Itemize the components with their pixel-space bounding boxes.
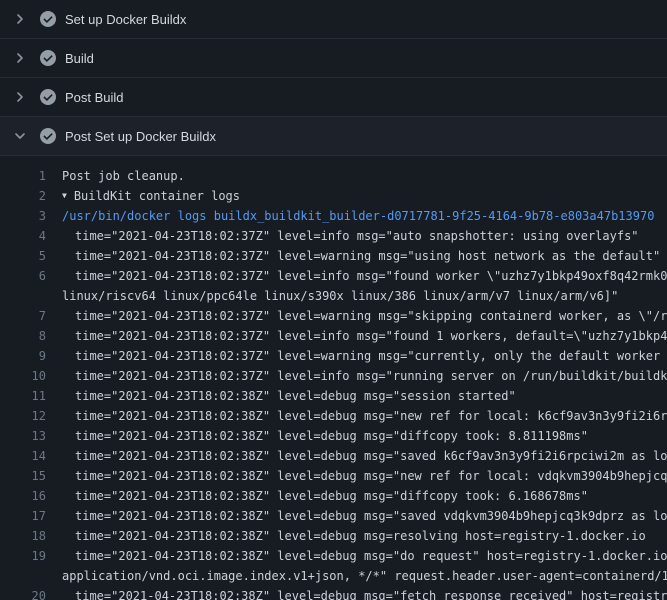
log-line-number[interactable]: 4 bbox=[0, 226, 46, 246]
log-group-label: BuildKit container logs bbox=[74, 189, 240, 203]
chevron-icon[interactable] bbox=[12, 89, 28, 105]
step-label: Set up Docker Buildx bbox=[65, 12, 186, 27]
log-line: 2 ▼ BuildKit container logs bbox=[0, 186, 667, 206]
log-line-text: time="2021-04-23T18:02:38Z" level=debug … bbox=[62, 386, 667, 406]
log-line-text: /usr/bin/docker logs buildx_buildkit_bui… bbox=[62, 206, 667, 226]
log-line-text: time="2021-04-23T18:02:37Z" level=info m… bbox=[62, 266, 667, 286]
log-line-number[interactable] bbox=[0, 286, 46, 306]
log-line: 3 /usr/bin/docker logs buildx_buildkit_b… bbox=[0, 206, 667, 226]
log-line: 9 time="2021-04-23T18:02:37Z" level=warn… bbox=[0, 346, 667, 366]
log-line: 19 time="2021-04-23T18:02:38Z" level=deb… bbox=[0, 546, 667, 566]
log-line: 6 time="2021-04-23T18:02:37Z" level=info… bbox=[0, 266, 667, 286]
log-line-text: time="2021-04-23T18:02:37Z" level=info m… bbox=[62, 226, 667, 246]
log-line-text: time="2021-04-23T18:02:38Z" level=debug … bbox=[62, 546, 667, 566]
step-header[interactable]: Set up Docker Buildx bbox=[0, 0, 667, 39]
log-line-text: time="2021-04-23T18:02:38Z" level=debug … bbox=[62, 486, 667, 506]
log-line: 1 Post job cleanup. bbox=[0, 166, 667, 186]
log-line: 8 time="2021-04-23T18:02:37Z" level=info… bbox=[0, 326, 667, 346]
check-circle-icon bbox=[40, 89, 56, 105]
log-line-number[interactable]: 17 bbox=[0, 506, 46, 526]
log-line-number[interactable]: 13 bbox=[0, 426, 46, 446]
log-line: 11 time="2021-04-23T18:02:38Z" level=deb… bbox=[0, 386, 667, 406]
log-line: 12 time="2021-04-23T18:02:38Z" level=deb… bbox=[0, 406, 667, 426]
log-line-text: application/vnd.oci.image.index.v1+json,… bbox=[62, 566, 667, 586]
step-header[interactable]: Post Build bbox=[0, 78, 667, 117]
log-line: 16 time="2021-04-23T18:02:38Z" level=deb… bbox=[0, 486, 667, 506]
log-line-number[interactable]: 2 bbox=[0, 186, 46, 206]
log-line: 4 time="2021-04-23T18:02:37Z" level=info… bbox=[0, 226, 667, 246]
log-line-text: time="2021-04-23T18:02:38Z" level=debug … bbox=[62, 586, 667, 600]
log-line-text: time="2021-04-23T18:02:38Z" level=debug … bbox=[62, 446, 667, 466]
log-line-text: time="2021-04-23T18:02:37Z" level=warnin… bbox=[62, 246, 667, 266]
log-container: 1 Post job cleanup. 2 ▼ BuildKit containe… bbox=[0, 156, 667, 600]
log-line-text: time="2021-04-23T18:02:37Z" level=warnin… bbox=[62, 346, 667, 366]
log-line-number[interactable]: 15 bbox=[0, 466, 46, 486]
log-line-number[interactable] bbox=[0, 566, 46, 586]
log-line-number[interactable]: 19 bbox=[0, 546, 46, 566]
log-line: 7 time="2021-04-23T18:02:37Z" level=warn… bbox=[0, 306, 667, 326]
step-label: Post Build bbox=[65, 90, 124, 105]
log-line-number[interactable]: 14 bbox=[0, 446, 46, 466]
steps-list: Set up Docker Buildx Build Post Buil bbox=[0, 0, 667, 156]
actions-log-viewer: Set up Docker Buildx Build Post Buil bbox=[0, 0, 667, 600]
log-group-toggle-icon[interactable]: ▼ bbox=[62, 186, 67, 206]
log-line: 15 time="2021-04-23T18:02:38Z" level=deb… bbox=[0, 466, 667, 486]
log-line-text: ▼ BuildKit container logs bbox=[62, 186, 667, 206]
chevron-icon[interactable] bbox=[12, 11, 28, 27]
log-line-number[interactable]: 11 bbox=[0, 386, 46, 406]
log-line: 14 time="2021-04-23T18:02:38Z" level=deb… bbox=[0, 446, 667, 466]
log-line-text: time="2021-04-23T18:02:37Z" level=info m… bbox=[62, 366, 667, 386]
log-line-number[interactable]: 20 bbox=[0, 586, 46, 600]
log-line-number[interactable]: 16 bbox=[0, 486, 46, 506]
log-line-text: time="2021-04-23T18:02:38Z" level=debug … bbox=[62, 526, 667, 546]
log-line-number[interactable]: 6 bbox=[0, 266, 46, 286]
step-header[interactable]: Build bbox=[0, 39, 667, 78]
check-circle-icon bbox=[40, 128, 56, 144]
log-line: application/vnd.oci.image.index.v1+json,… bbox=[0, 566, 667, 586]
log-line-number[interactable]: 18 bbox=[0, 526, 46, 546]
log-line-text: Post job cleanup. bbox=[62, 166, 667, 186]
log-line: 17 time="2021-04-23T18:02:38Z" level=deb… bbox=[0, 506, 667, 526]
log-line-number[interactable]: 8 bbox=[0, 326, 46, 346]
log-line-text: time="2021-04-23T18:02:38Z" level=debug … bbox=[62, 406, 667, 426]
chevron-icon[interactable] bbox=[12, 128, 28, 144]
log-line-number[interactable]: 7 bbox=[0, 306, 46, 326]
step-label: Post Set up Docker Buildx bbox=[65, 129, 216, 144]
log-line-number[interactable]: 3 bbox=[0, 206, 46, 226]
log-line: 20 time="2021-04-23T18:02:38Z" level=deb… bbox=[0, 586, 667, 600]
log-line-number[interactable]: 5 bbox=[0, 246, 46, 266]
log-line-text: time="2021-04-23T18:02:37Z" level=warnin… bbox=[62, 306, 667, 326]
log-line-text: time="2021-04-23T18:02:37Z" level=info m… bbox=[62, 326, 667, 346]
log-line: 13 time="2021-04-23T18:02:38Z" level=deb… bbox=[0, 426, 667, 446]
step-header[interactable]: Post Set up Docker Buildx bbox=[0, 117, 667, 156]
log-line: linux/riscv64 linux/ppc64le linux/s390x … bbox=[0, 286, 667, 306]
log-line-number[interactable]: 12 bbox=[0, 406, 46, 426]
log-line-number[interactable]: 1 bbox=[0, 166, 46, 186]
log-line-text: time="2021-04-23T18:02:38Z" level=debug … bbox=[62, 506, 667, 526]
log-line-text: linux/riscv64 linux/ppc64le linux/s390x … bbox=[62, 286, 667, 306]
log-line: 10 time="2021-04-23T18:02:37Z" level=inf… bbox=[0, 366, 667, 386]
log-line: 5 time="2021-04-23T18:02:37Z" level=warn… bbox=[0, 246, 667, 266]
log-line: 18 time="2021-04-23T18:02:38Z" level=deb… bbox=[0, 526, 667, 546]
log-line-text: time="2021-04-23T18:02:38Z" level=debug … bbox=[62, 466, 667, 486]
check-circle-icon bbox=[40, 50, 56, 66]
step-label: Build bbox=[65, 51, 94, 66]
check-circle-icon bbox=[40, 11, 56, 27]
log-line-number[interactable]: 9 bbox=[0, 346, 46, 366]
log-line-text: time="2021-04-23T18:02:38Z" level=debug … bbox=[62, 426, 667, 446]
log-line-number[interactable]: 10 bbox=[0, 366, 46, 386]
chevron-icon[interactable] bbox=[12, 50, 28, 66]
